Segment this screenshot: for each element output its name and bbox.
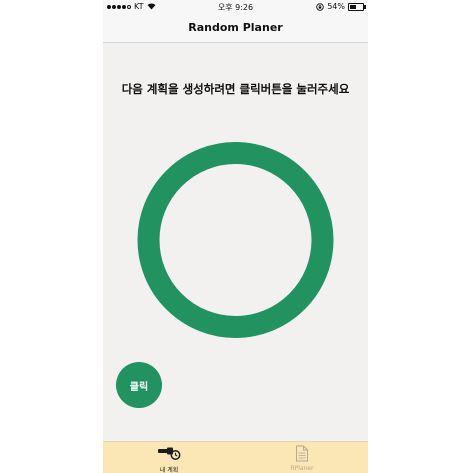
document-icon	[296, 445, 308, 462]
click-button[interactable]: 클릭	[116, 362, 162, 408]
tab-bar: 내 계획 RPlaner	[103, 441, 368, 473]
ring-circle	[137, 142, 334, 338]
tab-rplaner[interactable]: RPlaner	[236, 442, 368, 473]
tab-my-plan-label: 내 계획	[159, 467, 179, 473]
tab-rplaner-label: RPlaner	[290, 465, 314, 472]
tab-my-plan[interactable]: 내 계획	[103, 442, 235, 473]
app-screen: KT 오후 9:26 54% Random Planer 다음 계획을 생성하려…	[103, 0, 368, 473]
plan-icon	[158, 447, 181, 460]
click-button-label: 클릭	[129, 381, 149, 393]
